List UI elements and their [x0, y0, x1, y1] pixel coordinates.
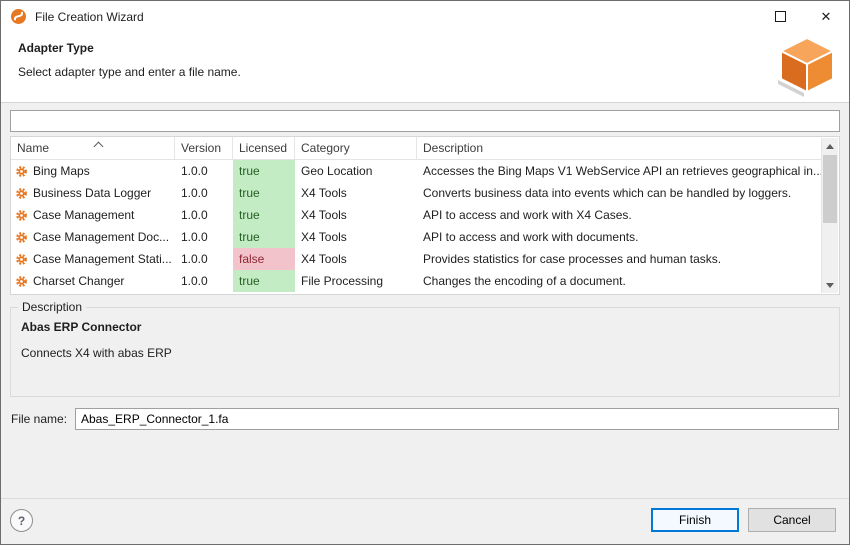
gear-icon	[15, 187, 28, 200]
scrollbar-down-icon[interactable]	[822, 277, 838, 293]
maximize-button[interactable]	[757, 1, 803, 32]
category-cell: Geo Location	[295, 160, 417, 182]
version-cell: 1.0.0	[175, 160, 233, 182]
adapter-name: Charset Changer	[33, 270, 124, 292]
file-name-input[interactable]	[75, 408, 839, 430]
description-group-label: Description	[18, 300, 86, 314]
category-cell: File Processing	[295, 270, 417, 292]
category-cell: X4 Tools	[295, 182, 417, 204]
selected-adapter-description: Connects X4 with abas ERP	[21, 346, 172, 360]
column-header-description[interactable]: Description	[417, 137, 823, 159]
table-row[interactable]: Business Data Logger 1.0.0 true X4 Tools…	[11, 182, 823, 204]
x4-cube-logo-icon	[775, 34, 839, 103]
wizard-header: Adapter Type Select adapter type and ent…	[1, 32, 849, 103]
licensed-cell: true	[233, 226, 295, 248]
vertical-scrollbar[interactable]	[821, 138, 838, 293]
version-cell: 1.0.0	[175, 182, 233, 204]
cancel-button[interactable]: Cancel	[748, 508, 836, 532]
close-icon: ✕	[821, 9, 832, 25]
description-cell: API to access and work with documents.	[417, 226, 823, 248]
version-cell: 1.0.0	[175, 204, 233, 226]
gear-icon	[15, 209, 28, 222]
finish-button[interactable]: Finish	[651, 508, 739, 532]
version-cell: 1.0.0	[175, 248, 233, 270]
titlebar[interactable]: File Creation Wizard ✕	[1, 1, 849, 32]
licensed-cell: true	[233, 270, 295, 292]
version-cell: 1.0.0	[175, 226, 233, 248]
description-cell: Provides statistics for case processes a…	[417, 248, 823, 270]
version-cell: 1.0.0	[175, 270, 233, 292]
name-cell: Business Data Logger	[11, 182, 175, 204]
file-name-label: File name:	[11, 412, 67, 426]
help-button[interactable]: ?	[10, 509, 33, 532]
description-group: Description Abas ERP Connector Connects …	[10, 307, 840, 397]
selected-adapter-title: Abas ERP Connector	[21, 320, 141, 334]
page-title: Adapter Type	[18, 41, 94, 55]
licensed-cell: true	[233, 160, 295, 182]
name-cell: Charset Changer	[11, 270, 175, 292]
table-row[interactable]: Case Management Stati... 1.0.0 false X4 …	[11, 248, 823, 270]
adapter-name: Bing Maps	[33, 160, 90, 182]
adapter-name: Case Management Stati...	[33, 248, 172, 270]
licensed-cell: true	[233, 204, 295, 226]
description-cell: Converts business data into events which…	[417, 182, 823, 204]
adapter-name: Case Management Doc...	[33, 226, 169, 248]
close-button[interactable]: ✕	[803, 1, 849, 32]
description-cell: Accesses the Bing Maps V1 WebService API…	[417, 160, 823, 182]
column-header-name[interactable]: Name	[11, 137, 175, 159]
footer-separator	[1, 498, 849, 499]
gear-icon	[15, 165, 28, 178]
file-creation-wizard-window: File Creation Wizard ✕ Adapter Type Sele…	[0, 0, 850, 545]
scrollbar-thumb[interactable]	[823, 155, 837, 223]
gear-icon	[15, 275, 28, 288]
licensed-cell: false	[233, 248, 295, 270]
category-cell: X4 Tools	[295, 204, 417, 226]
category-cell: X4 Tools	[295, 226, 417, 248]
maximize-icon	[775, 11, 786, 22]
name-cell: Case Management Stati...	[11, 248, 175, 270]
name-cell: Case Management	[11, 204, 175, 226]
table-header-row[interactable]: Name Version Licensed Category Descripti…	[11, 137, 823, 160]
adapter-name: Business Data Logger	[33, 182, 151, 204]
adapter-name: Case Management	[33, 204, 134, 226]
table-row[interactable]: Case Management 1.0.0 true X4 Tools API …	[11, 204, 823, 226]
description-cell: Changes the encoding of a document.	[417, 270, 823, 292]
column-header-version[interactable]: Version	[175, 137, 233, 159]
column-header-licensed[interactable]: Licensed	[233, 137, 295, 159]
gear-icon	[15, 231, 28, 244]
adapter-table: Name Version Licensed Category Descripti…	[10, 136, 840, 295]
table-row[interactable]: Charset Changer 1.0.0 true File Processi…	[11, 270, 823, 292]
window-title: File Creation Wizard	[35, 10, 144, 24]
adapter-table-content: Name Version Licensed Category Descripti…	[11, 137, 823, 294]
gear-icon	[15, 253, 28, 266]
description-cell: API to access and work with X4 Cases.	[417, 204, 823, 226]
table-row[interactable]: Case Management Doc... 1.0.0 true X4 Too…	[11, 226, 823, 248]
column-header-category[interactable]: Category	[295, 137, 417, 159]
name-cell: Case Management Doc...	[11, 226, 175, 248]
app-icon	[10, 8, 27, 25]
licensed-cell: true	[233, 182, 295, 204]
scrollbar-up-icon[interactable]	[822, 138, 838, 154]
category-cell: X4 Tools	[295, 248, 417, 270]
help-icon: ?	[18, 514, 25, 528]
table-row[interactable]: Bing Maps 1.0.0 true Geo Location Access…	[11, 160, 823, 182]
adapter-filter-input[interactable]	[10, 110, 840, 132]
name-cell: Bing Maps	[11, 160, 175, 182]
page-subtitle: Select adapter type and enter a file nam…	[18, 65, 241, 79]
